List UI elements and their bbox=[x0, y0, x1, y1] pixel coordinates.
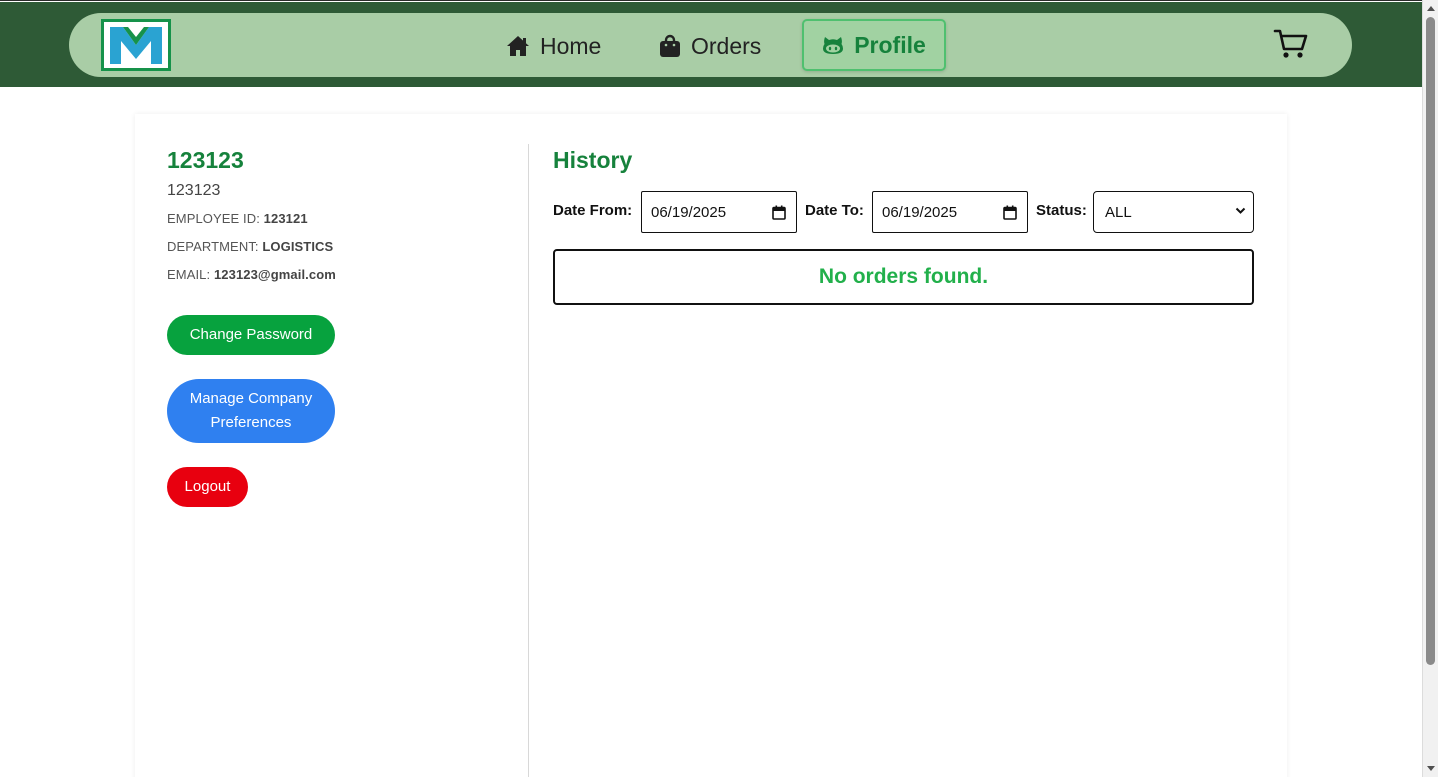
status-select[interactable]: ALL bbox=[1093, 191, 1254, 233]
profile-name: 123123 bbox=[167, 147, 244, 173]
date-from-input[interactable]: 06/19/2025 bbox=[641, 191, 797, 233]
profile-subtitle: 123123 bbox=[167, 182, 221, 199]
date-to-label: Date To: bbox=[805, 202, 864, 219]
email-label: EMAIL: bbox=[167, 267, 211, 282]
history-panel: History Date From: 06/19/2025 Date To: 0… bbox=[553, 144, 1254, 305]
logout-button[interactable]: Logout bbox=[167, 467, 248, 507]
manage-company-preferences-button[interactable]: Manage Company Preferences bbox=[167, 379, 335, 443]
date-to-value: 06/19/2025 bbox=[882, 203, 958, 221]
department-row: DEPARTMENT: LOGISTICS bbox=[167, 237, 507, 257]
shopping-bag-icon bbox=[660, 34, 680, 57]
vertical-scrollbar[interactable] bbox=[1422, 0, 1438, 777]
shopping-cart-icon bbox=[1273, 29, 1308, 58]
department-label: DEPARTMENT: bbox=[167, 239, 259, 254]
profile-panel: 123123 123123 EMPLOYEE ID: 123121 DEPART… bbox=[167, 144, 507, 507]
nav-bar: Home Orders Profile bbox=[69, 13, 1352, 77]
employee-id-row: EMPLOYEE ID: 123121 bbox=[167, 209, 507, 229]
nav-profile-label: Profile bbox=[854, 31, 926, 58]
scroll-down-arrow-icon[interactable] bbox=[1427, 766, 1435, 771]
nav-home-label: Home bbox=[540, 32, 602, 59]
cart-button[interactable] bbox=[1273, 27, 1309, 66]
date-from-value: 06/19/2025 bbox=[651, 203, 727, 221]
github-cat-icon bbox=[823, 37, 844, 54]
date-from-label: Date From: bbox=[553, 202, 633, 219]
profile-card: 123123 123123 EMPLOYEE ID: 123121 DEPART… bbox=[135, 114, 1287, 777]
empty-orders-message: No orders found. bbox=[553, 249, 1254, 305]
scroll-up-arrow-icon[interactable] bbox=[1427, 6, 1435, 11]
chevron-down-icon bbox=[1235, 207, 1246, 214]
m-logo-icon bbox=[110, 27, 162, 64]
department-value: LOGISTICS bbox=[262, 239, 334, 254]
nav-profile-link[interactable]: Profile bbox=[802, 19, 946, 71]
email-value: 123123@gmail.com bbox=[213, 267, 336, 282]
column-divider bbox=[528, 144, 529, 777]
scrollbar-thumb[interactable] bbox=[1426, 17, 1435, 665]
employee-id-label: EMPLOYEE ID: bbox=[167, 211, 260, 226]
house-icon bbox=[507, 36, 529, 56]
nav-orders-label: Orders bbox=[691, 32, 762, 59]
status-label: Status: bbox=[1036, 202, 1087, 219]
employee-id-value: 123121 bbox=[263, 211, 308, 226]
history-filters: Date From: 06/19/2025 Date To: 06/19/202… bbox=[553, 191, 1254, 233]
nav-home-link[interactable]: Home bbox=[506, 21, 601, 71]
history-title: History bbox=[553, 147, 633, 173]
top-bar: Home Orders Profile bbox=[0, 2, 1422, 87]
change-password-button[interactable]: Change Password bbox=[167, 315, 335, 355]
date-to-input[interactable]: 06/19/2025 bbox=[872, 191, 1028, 233]
calendar-icon[interactable] bbox=[772, 205, 786, 220]
email-row: EMAIL: 123123@gmail.com bbox=[167, 265, 507, 285]
calendar-icon[interactable] bbox=[1003, 205, 1017, 220]
logo[interactable] bbox=[101, 19, 171, 71]
nav-orders-link[interactable]: Orders bbox=[659, 21, 761, 71]
browser-viewport: Home Orders Profile 123123 123123 EMPLOY… bbox=[0, 0, 1422, 777]
status-selected-value: ALL bbox=[1105, 203, 1132, 221]
manage-preferences-label: Manage Company Preferences bbox=[189, 390, 313, 431]
